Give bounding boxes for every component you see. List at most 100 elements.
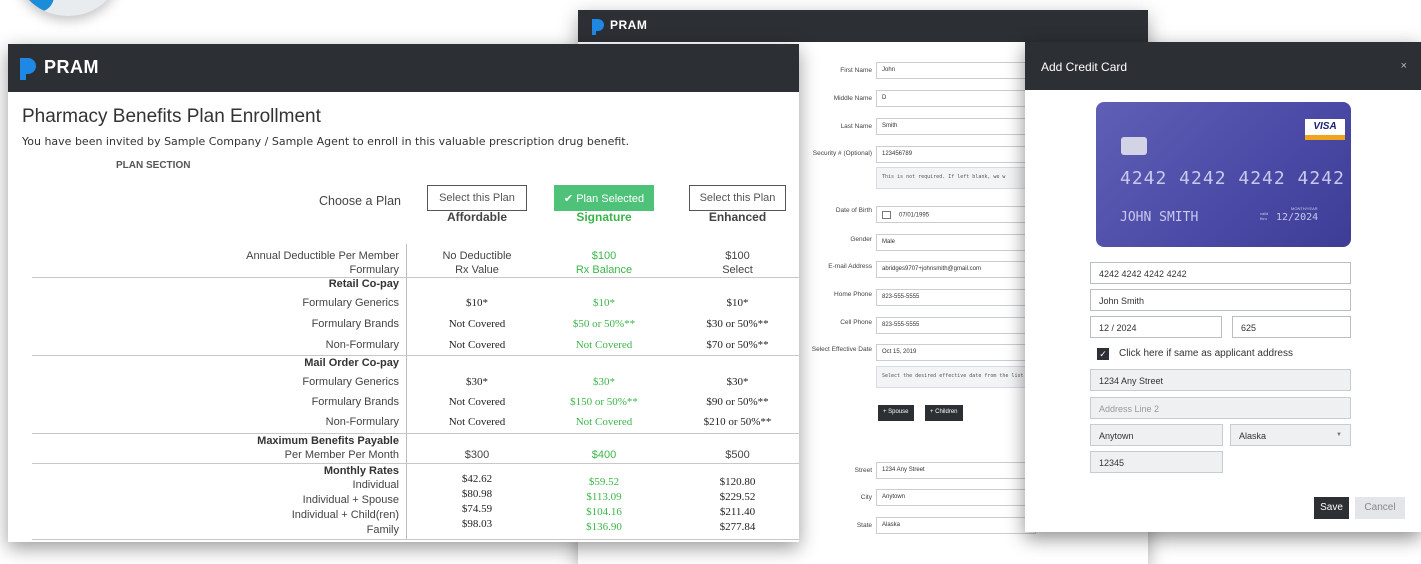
cell-signature: $50 or 50%** (572, 318, 636, 330)
row-label-mail-generics: Formulary Generics (302, 376, 399, 388)
chevron-down-icon: ▼ (1336, 432, 1342, 438)
cell-phone-input[interactable]: 823-555-5555 (876, 317, 1036, 334)
cell-signature: $59.52 (588, 476, 620, 488)
cell-signature: Rx Balance (575, 264, 633, 276)
cell-signature: $10* (593, 297, 615, 309)
home-phone-input[interactable]: 823-555-5555 (876, 289, 1036, 306)
row-label-individual-children: Individual + Child(ren) (291, 509, 399, 521)
select-affordable-button[interactable]: Select this Plan (427, 185, 527, 211)
cell-affordable: No Deductible (442, 250, 512, 262)
calendar-icon[interactable] (882, 211, 891, 219)
field-label-ssn: Security # (Optional) (812, 150, 872, 157)
row-header-mail-copay: Mail Order Co-pay (304, 357, 399, 369)
dob-input[interactable]: 07/01/1995 (876, 206, 1036, 223)
signature-plan-selected-button[interactable]: ✔ Plan Selected (554, 185, 654, 211)
cell-enhanced: $100 (725, 250, 750, 262)
cell-enhanced: $30* (726, 376, 749, 388)
row-label-retail-generics: Formulary Generics (302, 297, 399, 309)
pram-logo-icon (20, 58, 36, 80)
table-divider (32, 463, 799, 464)
email-input[interactable]: abridges9707+johnsmith@gmail.com (876, 261, 1036, 278)
cell-affordable: $300 (464, 449, 490, 461)
check-icon: ✔ (563, 193, 577, 205)
row-label-family: Family (366, 524, 399, 536)
row-label-deductible: Annual Deductible Per Member (246, 250, 399, 262)
cell-signature: Not Covered (575, 416, 633, 428)
cell-signature: $136.90 (586, 521, 622, 533)
card-expiry-input[interactable]: 12 / 2024 (1090, 316, 1222, 338)
field-label-first-name: First Name (840, 67, 872, 74)
card-holder-display: JOHN SMITH (1120, 210, 1199, 225)
billing-address1-input[interactable]: 1234 Any Street (1090, 369, 1351, 391)
table-divider (32, 355, 799, 356)
ssn-input[interactable]: 123456789 (876, 146, 1036, 163)
add-children-button[interactable]: + Children (925, 405, 963, 421)
billing-state-value: Alaska (1239, 431, 1267, 441)
effective-date-select[interactable]: Oct 15, 2019 (876, 344, 1036, 361)
field-label-last-name: Last Name (840, 123, 872, 130)
cell-signature: Not Covered (575, 339, 633, 351)
cardholder-name-input[interactable]: John Smith (1090, 289, 1351, 311)
card-cvc-input[interactable]: 625 (1232, 316, 1351, 338)
card-number-display: 4242 4242 4242 4242 (1120, 168, 1345, 189)
cell-affordable: $30* (466, 376, 488, 388)
checkbox-checked-icon[interactable]: ✓ (1097, 348, 1109, 360)
street-input[interactable]: 1234 Any Street (876, 462, 1036, 479)
cell-enhanced: $90 or 50%** (706, 396, 769, 408)
middle-name-input[interactable]: D (876, 90, 1036, 107)
effective-date-help-note: Select the desired effective date from t… (876, 366, 1036, 388)
cell-enhanced: $500 (725, 449, 750, 461)
plan-name-enhanced: Enhanced (708, 210, 767, 224)
cell-enhanced: $30 or 50%** (706, 318, 769, 330)
state-select[interactable]: Alaska (876, 517, 1036, 534)
billing-zip-input[interactable]: 12345 (1090, 451, 1223, 473)
cell-enhanced: $210 or 50%** (703, 416, 772, 428)
last-name-input[interactable]: Smith (876, 118, 1036, 135)
credit-card-preview: VISA 4242 4242 4242 4242 JOHN SMITH MONT… (1096, 102, 1351, 247)
field-label-middle-name: Middle Name (833, 95, 872, 102)
corner-avatar (18, 0, 118, 16)
table-divider (32, 539, 799, 540)
cell-affordable: Not Covered (448, 416, 506, 428)
first-name-input[interactable]: John (876, 62, 1036, 79)
cell-signature: $113.09 (586, 491, 622, 503)
add-credit-card-modal: Add Credit Card × VISA 4242 4242 4242 42… (1025, 42, 1421, 532)
billing-address2-input[interactable]: Address Line 2 (1090, 397, 1351, 419)
card-expiry-display: 12/2024 (1276, 212, 1319, 223)
field-label-state: State (856, 522, 872, 529)
dob-value: 07/01/1995 (899, 212, 930, 219)
add-spouse-button[interactable]: + Spouse (878, 405, 914, 421)
field-label-gender: Gender (850, 236, 872, 243)
row-header-retail-copay: Retail Co-pay (328, 278, 399, 290)
cell-affordable: Not Covered (448, 318, 506, 330)
row-label-mail-nonformulary: Non-Formulary (325, 416, 399, 428)
row-label-per-member-month: Per Member Per Month (284, 449, 399, 461)
field-label-street: Street (854, 467, 872, 474)
cell-affordable: Not Covered (448, 339, 506, 351)
cell-enhanced: $277.84 (719, 521, 756, 533)
choose-plan-label: Choose a Plan (318, 194, 401, 208)
row-header-max-benefits: Maximum Benefits Payable (257, 435, 399, 447)
card-month-year-caption: MONTH/YEAR (1291, 206, 1318, 211)
cell-enhanced: $10* (726, 297, 749, 309)
select-enhanced-button[interactable]: Select this Plan (689, 185, 786, 211)
cell-signature: $30* (593, 376, 615, 388)
label-column-divider (406, 244, 407, 540)
billing-city-input[interactable]: Anytown (1090, 424, 1223, 446)
billing-state-select[interactable]: Alaska ▼ (1230, 424, 1351, 446)
cancel-button[interactable]: Cancel (1355, 497, 1405, 519)
row-label-mail-brands: Formulary Brands (311, 396, 399, 408)
plan-section-label: PLAN SECTION (116, 160, 191, 171)
cell-enhanced: Select (722, 264, 753, 276)
card-chip-icon (1121, 137, 1147, 155)
save-button[interactable]: Save (1314, 497, 1349, 519)
card-number-input[interactable]: 4242 4242 4242 4242 (1090, 262, 1351, 284)
city-input[interactable]: Anytown (876, 489, 1036, 506)
enrollment-header-bar: PRAM (8, 44, 799, 92)
field-label-dob: Date of Birth (835, 207, 872, 214)
cell-affordable: Rx Value (455, 264, 499, 276)
close-icon[interactable]: × (1401, 60, 1407, 72)
row-label-individual: Individual (352, 479, 399, 491)
visa-logo-icon: VISA (1305, 119, 1345, 140)
gender-select[interactable]: Male (876, 234, 1036, 251)
